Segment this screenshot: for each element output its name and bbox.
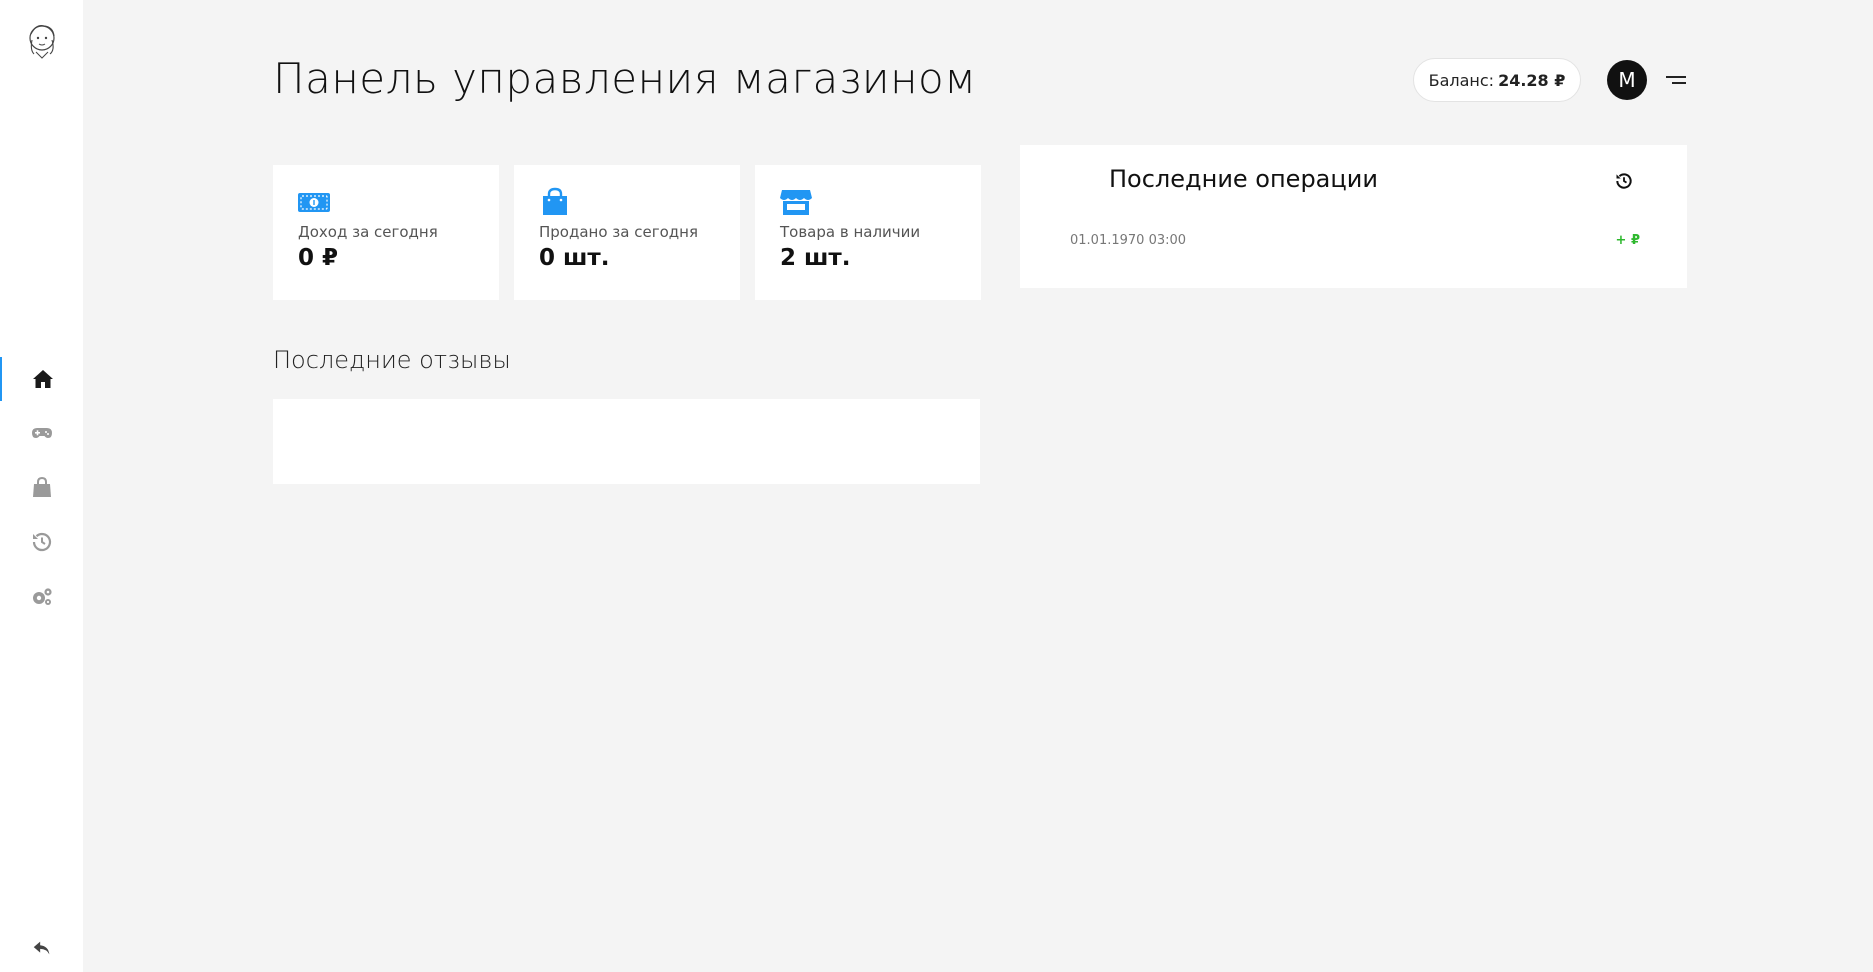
operations-panel: Последние операции 01.01.1970 03:00 + ₽ (1020, 145, 1687, 288)
sidebar-item-history[interactable] (0, 520, 83, 564)
back-button[interactable] (0, 926, 83, 970)
menu-toggle-button[interactable] (1664, 70, 1688, 90)
home-icon (32, 370, 53, 388)
menu-icon (1666, 76, 1686, 84)
stat-label: Товара в наличии (780, 223, 921, 241)
shopping-bag-icon (32, 476, 51, 497)
operation-row: 01.01.1970 03:00 + ₽ (1070, 233, 1640, 255)
reviews-list (273, 399, 980, 484)
stat-card-income: Доход за сегодня 0 ₽ (273, 165, 499, 300)
reply-arrow-icon (33, 941, 49, 955)
reviews-title: Последние отзывы (273, 346, 511, 374)
operations-title: Последние операции (1109, 165, 1378, 193)
page-title: Панель управления магазином (273, 54, 977, 103)
stat-label: Продано за сегодня (539, 223, 698, 241)
stat-card-stock: Товара в наличии 2 шт. (755, 165, 981, 300)
stat-value: 2 шт. (780, 245, 851, 271)
sidebar-item-settings[interactable] (0, 575, 83, 619)
logo-icon[interactable] (22, 20, 62, 60)
balance-label: Баланс: (1428, 70, 1495, 90)
balance-value: 24.28 ₽ (1498, 70, 1566, 90)
history-icon[interactable] (1614, 171, 1634, 191)
sidebar (0, 0, 83, 972)
sidebar-item-home[interactable] (0, 357, 83, 401)
stat-value: 0 шт. (539, 245, 610, 271)
stat-label: Доход за сегодня (298, 223, 438, 241)
operation-date: 01.01.1970 03:00 (1070, 233, 1187, 248)
avatar[interactable]: M (1607, 60, 1647, 100)
sidebar-item-games[interactable] (0, 411, 83, 455)
balance-badge[interactable]: Баланс: 24.28 ₽ (1413, 58, 1581, 102)
stat-value: 0 ₽ (298, 245, 339, 271)
operation-amount: + ₽ (1615, 233, 1640, 248)
history-icon (32, 532, 51, 552)
gears-icon (32, 588, 52, 605)
store-icon (779, 187, 813, 217)
gamepad-icon (31, 428, 52, 438)
stat-card-sold: Продано за сегодня 0 шт. (514, 165, 740, 300)
sidebar-item-orders[interactable] (0, 466, 83, 510)
money-bill-icon (297, 187, 331, 217)
shopping-bag-icon (538, 187, 572, 217)
